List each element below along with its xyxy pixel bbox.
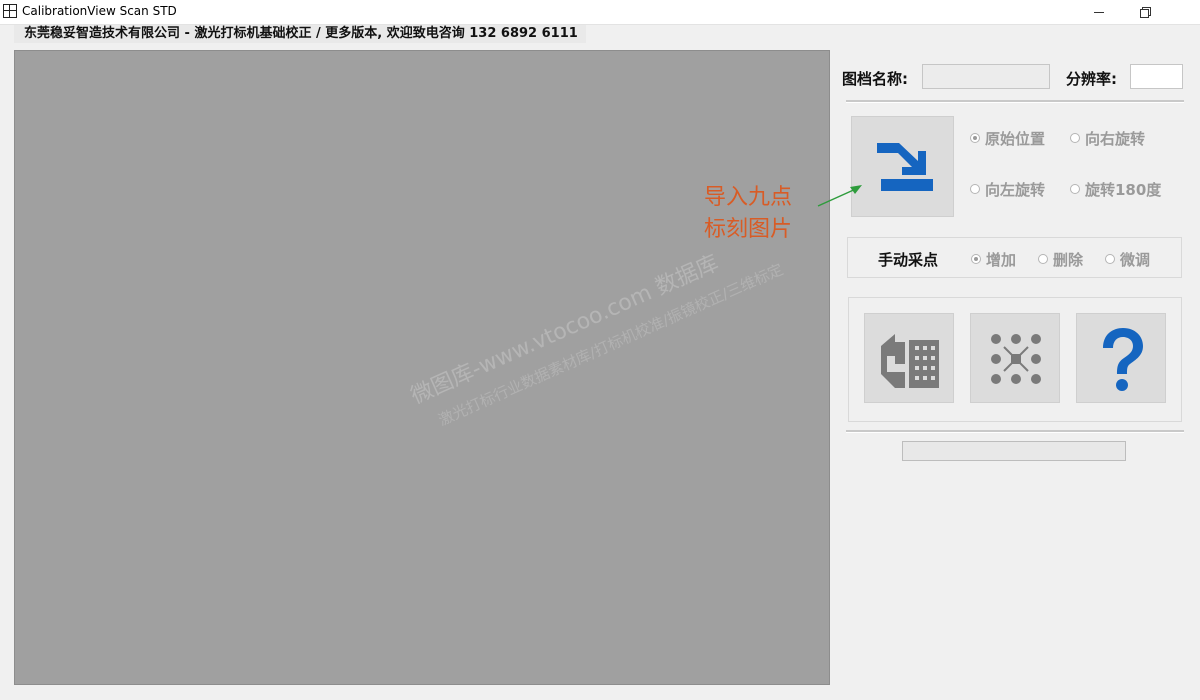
annotation-line-1: 导入九点 bbox=[704, 185, 793, 210]
annotation-callout: 导入九点 标刻图片 bbox=[704, 182, 792, 246]
radio-rotate-right[interactable]: 向右旋转 bbox=[1070, 128, 1145, 149]
minimize-button[interactable] bbox=[1076, 0, 1122, 24]
radio-label: 增加 bbox=[986, 251, 1017, 269]
watermark-text: 微图库-www.vtocoo.com 数据库 bbox=[407, 250, 723, 410]
help-button[interactable] bbox=[1076, 313, 1166, 403]
radio-indicator bbox=[970, 184, 980, 194]
radio-label: 微调 bbox=[1120, 251, 1151, 269]
image-canvas[interactable]: 微图库-www.vtocoo.com 数据库 激光打标行业数据素材库/打标机校准… bbox=[14, 50, 830, 685]
import-image-button[interactable] bbox=[851, 116, 954, 217]
import-arrow-icon bbox=[877, 143, 933, 191]
export-to-building-icon bbox=[881, 334, 939, 388]
progress-bar bbox=[902, 441, 1126, 461]
radio-indicator bbox=[1070, 133, 1080, 143]
question-mark-icon bbox=[1103, 328, 1143, 391]
maximize-button[interactable] bbox=[1122, 0, 1168, 24]
image-name-label: 图档名称: bbox=[842, 70, 908, 88]
manual-sampling-label: 手动采点 bbox=[878, 251, 939, 269]
nine-point-grid-icon bbox=[991, 334, 1041, 384]
radio-add-point[interactable]: 增加 bbox=[971, 249, 1016, 270]
radio-delete-point[interactable]: 删除 bbox=[1038, 249, 1083, 270]
radio-label: 向左旋转 bbox=[985, 181, 1046, 199]
radio-rotate-left[interactable]: 向左旋转 bbox=[970, 179, 1045, 200]
divider bbox=[846, 430, 1184, 433]
radio-indicator bbox=[970, 133, 980, 143]
divider bbox=[846, 100, 1184, 103]
radio-indicator bbox=[1105, 254, 1115, 264]
radio-fine-tune[interactable]: 微调 bbox=[1105, 249, 1150, 270]
radio-label: 删除 bbox=[1053, 251, 1084, 269]
resolution-field[interactable] bbox=[1130, 64, 1183, 89]
app-icon bbox=[3, 4, 17, 18]
resolution-label: 分辨率: bbox=[1066, 70, 1117, 88]
window-title: CalibrationView Scan STD bbox=[22, 4, 177, 18]
radio-label: 旋转180度 bbox=[1085, 181, 1162, 199]
radio-rotate-180[interactable]: 旋转180度 bbox=[1070, 179, 1161, 200]
radio-original-position[interactable]: 原始位置 bbox=[970, 128, 1045, 149]
annotation-arrow-icon bbox=[817, 185, 862, 207]
company-banner: 东莞稳妥智造技术有限公司 - 激光打标机基础校正 / 更多版本, 欢迎致电咨询 … bbox=[14, 25, 586, 43]
radio-indicator bbox=[971, 254, 981, 264]
close-button[interactable] bbox=[1168, 0, 1200, 24]
image-name-field[interactable] bbox=[922, 64, 1050, 89]
radio-label: 原始位置 bbox=[985, 130, 1046, 148]
window-titlebar: CalibrationView Scan STD bbox=[0, 0, 1200, 25]
radio-indicator bbox=[1070, 184, 1080, 194]
radio-indicator bbox=[1038, 254, 1048, 264]
export-button[interactable] bbox=[864, 313, 954, 403]
radio-label: 向右旋转 bbox=[1085, 130, 1146, 148]
nine-point-button[interactable] bbox=[970, 313, 1060, 403]
annotation-line-2: 标刻图片 bbox=[704, 217, 793, 242]
